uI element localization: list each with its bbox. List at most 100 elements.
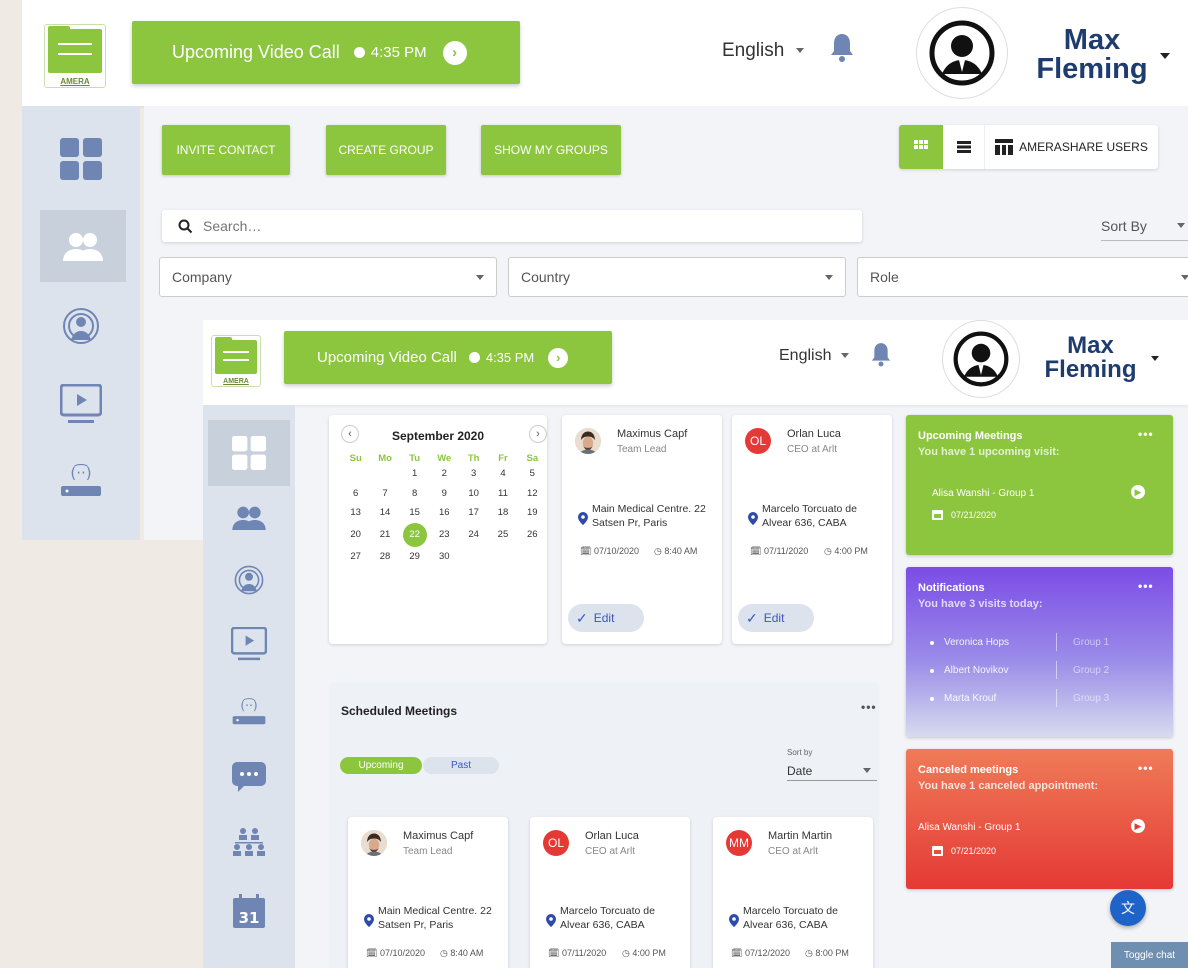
upcoming-call-button-front[interactable]: Upcoming Video Call 4:35 PM › [284,331,612,384]
show-groups-button[interactable]: SHOW MY GROUPS [481,125,621,175]
user-name-front[interactable]: Max Fleming [1033,334,1148,382]
sidebar-item-dashboard[interactable] [208,420,290,486]
calendar-card: ‹ September 2020 › Su Mo Tu We Th Fr Sa 123456… [329,415,547,644]
calendar-day[interactable]: 26 [518,523,547,547]
sidebar-item-groups[interactable] [203,817,295,867]
calendar-day[interactable]: 19 [518,503,547,523]
tab-upcoming[interactable]: Upcoming [340,757,422,774]
screen-icon [60,384,102,423]
edit-button[interactable]: ✓ Edit [738,604,814,632]
calendar-day[interactable]: 5 [518,464,547,484]
app-header-front: AMERA Upcoming Video Call 4:35 PM › Engl… [203,320,1188,405]
user-avatar[interactable] [917,8,1007,98]
calendar-day[interactable]: 17 [459,503,488,523]
calendar-day[interactable]: 6 [341,484,370,504]
amera-logo-front[interactable]: AMERA [211,335,261,387]
calendar-day[interactable]: 11 [488,484,517,504]
calendar-day[interactable]: 4 [488,464,517,484]
translate-icon[interactable]: 文 [1110,890,1146,926]
more-icon[interactable]: ••• [1138,579,1154,593]
calendar-day[interactable]: 3 [459,464,488,484]
user-name[interactable]: Max Fleming [1027,26,1157,84]
selected-day[interactable]: 22 [402,522,427,547]
role-select[interactable]: Role [857,257,1188,297]
language-select-front[interactable]: English [779,347,849,365]
create-group-button[interactable]: CREATE GROUP [326,125,446,175]
sidebar-item-dashboard[interactable] [22,121,140,196]
next-month-button[interactable]: › [529,425,547,443]
contact-meeting-card[interactable]: OL Orlan Luca CEO at Arlt Marcelo Torcuato … [732,415,892,644]
calendar-day[interactable]: 1 [400,464,430,484]
meeting-date: 🗓 07/11/2020 [548,948,607,958]
contact-meeting-card[interactable]: OL Orlan Luca CEO at Arlt Marcelo Torcuato … [530,817,690,968]
upcoming-call-button[interactable]: Upcoming Video Call 4:35 PM › [132,21,520,84]
contact-meeting-card[interactable]: Maximus Capf Team Lead Main Medical Centre… [562,415,722,644]
calendar-day[interactable]: 20 [341,523,370,547]
calendar-day[interactable]: 18 [488,503,517,523]
contact-meeting-card[interactable]: MM Martin Martin CEO at Arlt Marcelo Torcua… [713,817,873,968]
calendar-day[interactable]: 2 [430,464,459,484]
meeting-date: 🗓 07/10/2020 [580,546,639,556]
edit-button[interactable]: ✓ Edit [568,604,644,632]
weekday-label: Tu [409,453,421,464]
search-input[interactable] [203,218,803,234]
panel-title: Upcoming Meetings [918,430,1023,442]
calendar-day[interactable]: 27 [341,547,370,567]
grid-view-button[interactable] [899,125,943,169]
dashboard-icon [232,436,266,470]
calendar-day[interactable]: 13 [341,503,370,523]
meeting-address: Main Medical Centre. 22 Satsen Pr, Paris [592,503,706,529]
sidebar-item-broadcast[interactable] [22,296,140,356]
user-menu-caret[interactable] [1160,53,1170,59]
check-icon: ✓ [576,609,588,626]
calendar-day[interactable]: 7 [370,484,399,504]
calendar-day[interactable]: 9 [430,484,459,504]
calendar-day[interactable]: 14 [370,503,399,523]
sort-by-select[interactable]: Sort By [1101,211,1188,241]
sidebar-item-screen[interactable] [203,617,295,671]
amera-logo[interactable]: AMERA [44,24,106,88]
calendar-day[interactable]: 25 [488,523,517,547]
more-icon[interactable]: ••• [1138,761,1154,775]
sidebar-item-contacts[interactable] [40,210,126,282]
language-select[interactable]: English [722,40,804,62]
tab-past[interactable]: Past [423,757,499,774]
calendar-day[interactable]: 12 [518,484,547,504]
sidebar-item-contacts[interactable] [203,493,295,541]
country-select[interactable]: Country [508,257,846,297]
contact-meeting-card[interactable]: Maximus Capf Team Lead Main Medical Centre… [348,817,508,968]
invite-contact-button[interactable]: INVITE CONTACT [162,125,290,175]
sidebar-item-calendar[interactable]: 31 [203,883,295,938]
sidebar-item-wireless[interactable]: (·͡·) [22,451,140,511]
calendar-day[interactable]: 24 [459,523,488,547]
list-view-button[interactable] [943,125,985,169]
sidebar-item-wireless[interactable]: (·͡·) [203,687,295,737]
calendar-day[interactable]: 29 [400,547,430,567]
amerashare-users-button[interactable]: AMERASHARE USERS [985,125,1158,169]
user-menu-caret[interactable] [1151,356,1159,361]
sidebar-item-screen[interactable] [22,374,140,434]
play-icon[interactable]: ▶ [1131,485,1145,499]
more-icon[interactable]: ••• [1138,427,1154,441]
more-icon[interactable]: ••• [861,700,877,714]
calendar-day[interactable]: 8 [400,484,430,504]
toggle-chat-button[interactable]: Toggle chat [1111,942,1188,968]
play-icon[interactable]: ▶ [1131,819,1145,833]
calendar-day[interactable]: 22 [400,522,430,547]
company-select[interactable]: Company [159,257,497,297]
user-avatar-front[interactable] [943,321,1019,397]
calendar-day[interactable]: 28 [370,547,399,567]
bell-icon[interactable] [871,341,891,367]
sidebar-item-chat[interactable] [203,753,295,801]
weekday-label: We [437,453,452,464]
bell-icon[interactable] [830,32,854,62]
calendar-day[interactable]: 30 [430,547,459,567]
sidebar-item-broadcast[interactable] [203,555,295,605]
sort-select[interactable]: Date [787,761,877,781]
calendar-day[interactable]: 21 [370,523,399,547]
calendar-day[interactable]: 23 [430,523,459,547]
calendar-day[interactable]: 10 [459,484,488,504]
calendar-day[interactable]: 15 [400,503,430,523]
notification-group: Group 1 [1073,637,1110,648]
calendar-day[interactable]: 16 [430,503,459,523]
